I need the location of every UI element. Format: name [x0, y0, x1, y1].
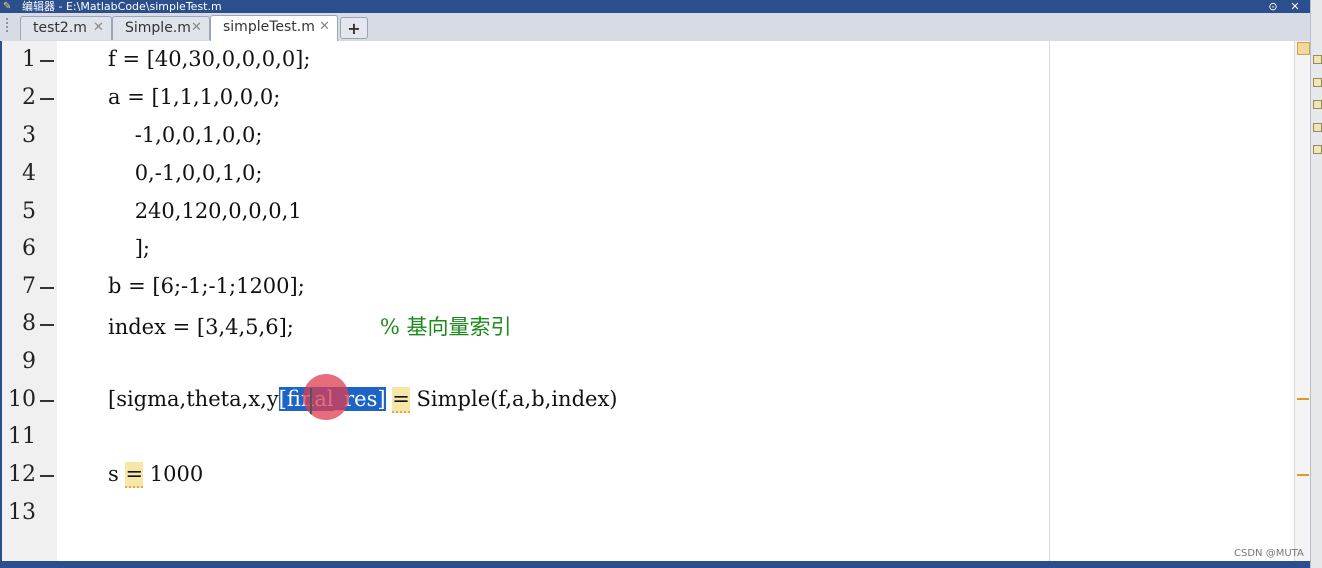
title-bar: ✎ 编辑器 - E:\MatlabCode\simpleTest.m ⊙ ✕: [0, 0, 1310, 13]
editor-icon: ✎: [3, 1, 12, 12]
drag-grip[interactable]: [6, 18, 14, 32]
side-panel-strip: [1310, 0, 1322, 568]
close-window-icon[interactable]: ✕: [1288, 0, 1302, 13]
tab-close-icon[interactable]: ✕: [93, 20, 104, 35]
code-line[interactable]: -1,0,0,1,0,0;: [108, 123, 263, 147]
code-comment: % 基向量索引: [379, 315, 512, 339]
breakpoint-marker[interactable]: [40, 324, 54, 326]
vertical-scrollbar[interactable]: [1294, 41, 1311, 561]
breakpoint-marker[interactable]: [40, 98, 54, 100]
code-text: [sigma,theta,x,y: [108, 387, 279, 411]
line-number: 5: [22, 199, 36, 224]
tab-simpletest[interactable]: simpleTest.m ✕: [210, 15, 338, 41]
assignment-operator-warning[interactable]: =: [392, 387, 410, 413]
code-editor[interactable]: 1 2 3 4 5 6 7 8 9 10 11 12 13 f = [40,30…: [0, 41, 1311, 561]
tab-close-icon[interactable]: ✕: [319, 19, 330, 34]
line-number: 7: [22, 274, 36, 299]
tab-simple[interactable]: Simple.m ✕: [112, 16, 210, 40]
panel-icon[interactable]: [1313, 55, 1322, 64]
tab-label: Simple.m: [125, 20, 191, 36]
breakpoint-marker[interactable]: [40, 60, 54, 62]
breakpoint-marker[interactable]: [40, 475, 54, 477]
assignment-operator-warning[interactable]: =: [125, 462, 144, 488]
code-line[interactable]: b = [6;-1;-1;1200];: [108, 274, 305, 298]
options-dropdown-icon[interactable]: ⊙: [1266, 0, 1280, 13]
code-text: Simple(f,a,b,index): [409, 387, 618, 411]
panel-icon[interactable]: [1313, 100, 1322, 109]
bottom-border: [0, 561, 1310, 568]
tab-label: test2.m: [33, 20, 87, 36]
right-margin-line: [1049, 41, 1050, 561]
add-tab-button[interactable]: +: [340, 17, 368, 39]
code-line[interactable]: a = [1,1,1,0,0,0;: [108, 85, 280, 109]
code-text: 1000: [143, 462, 204, 486]
code-text: index = [3,4,5,6];: [108, 315, 294, 339]
tab-close-icon[interactable]: ✕: [191, 20, 202, 35]
code-line[interactable]: 240,120,0,0,0,1: [108, 199, 302, 223]
panel-icon[interactable]: [1313, 123, 1322, 132]
line-number: 8: [22, 311, 36, 336]
code-line[interactable]: ];: [108, 236, 150, 260]
tab-test2[interactable]: test2.m ✕: [20, 16, 112, 40]
line-number: 3: [22, 123, 36, 148]
tab-label: simpleTest.m: [223, 19, 315, 35]
panel-icon[interactable]: [1313, 145, 1322, 154]
line-number: 1: [22, 47, 36, 72]
code-line[interactable]: index = [3,4,5,6]; % 基向量索引: [108, 311, 511, 341]
line-number: 6: [22, 236, 36, 261]
warning-marker[interactable]: [1297, 474, 1309, 476]
code-line[interactable]: s = 1000: [108, 462, 204, 488]
line-number: 11: [8, 424, 36, 449]
code-analyzer-indicator-icon[interactable]: [1297, 42, 1310, 55]
line-number: 13: [8, 500, 36, 525]
code-line[interactable]: [sigma,theta,x,y[final_res] = Simple(f,a…: [108, 387, 618, 413]
code-text: s: [108, 462, 126, 486]
line-number: 10: [8, 387, 36, 412]
window-title: 编辑器 - E:\MatlabCode\simpleTest.m: [22, 0, 222, 13]
line-number: 2: [22, 85, 36, 110]
watermark: CSDN @MUTA: [1234, 548, 1304, 559]
breakpoint-marker[interactable]: [40, 287, 54, 289]
line-number: 9: [22, 349, 36, 374]
code-line[interactable]: f = [40,30,0,0,0,0];: [108, 47, 310, 71]
code-line[interactable]: 0,-1,0,0,1,0;: [108, 161, 263, 185]
breakpoint-marker[interactable]: [40, 400, 54, 402]
warning-marker[interactable]: [1297, 398, 1309, 400]
panel-icon[interactable]: [1313, 78, 1322, 87]
line-number: 4: [22, 161, 36, 186]
line-number: 12: [8, 462, 36, 487]
text-cursor-icon: [310, 388, 312, 414]
